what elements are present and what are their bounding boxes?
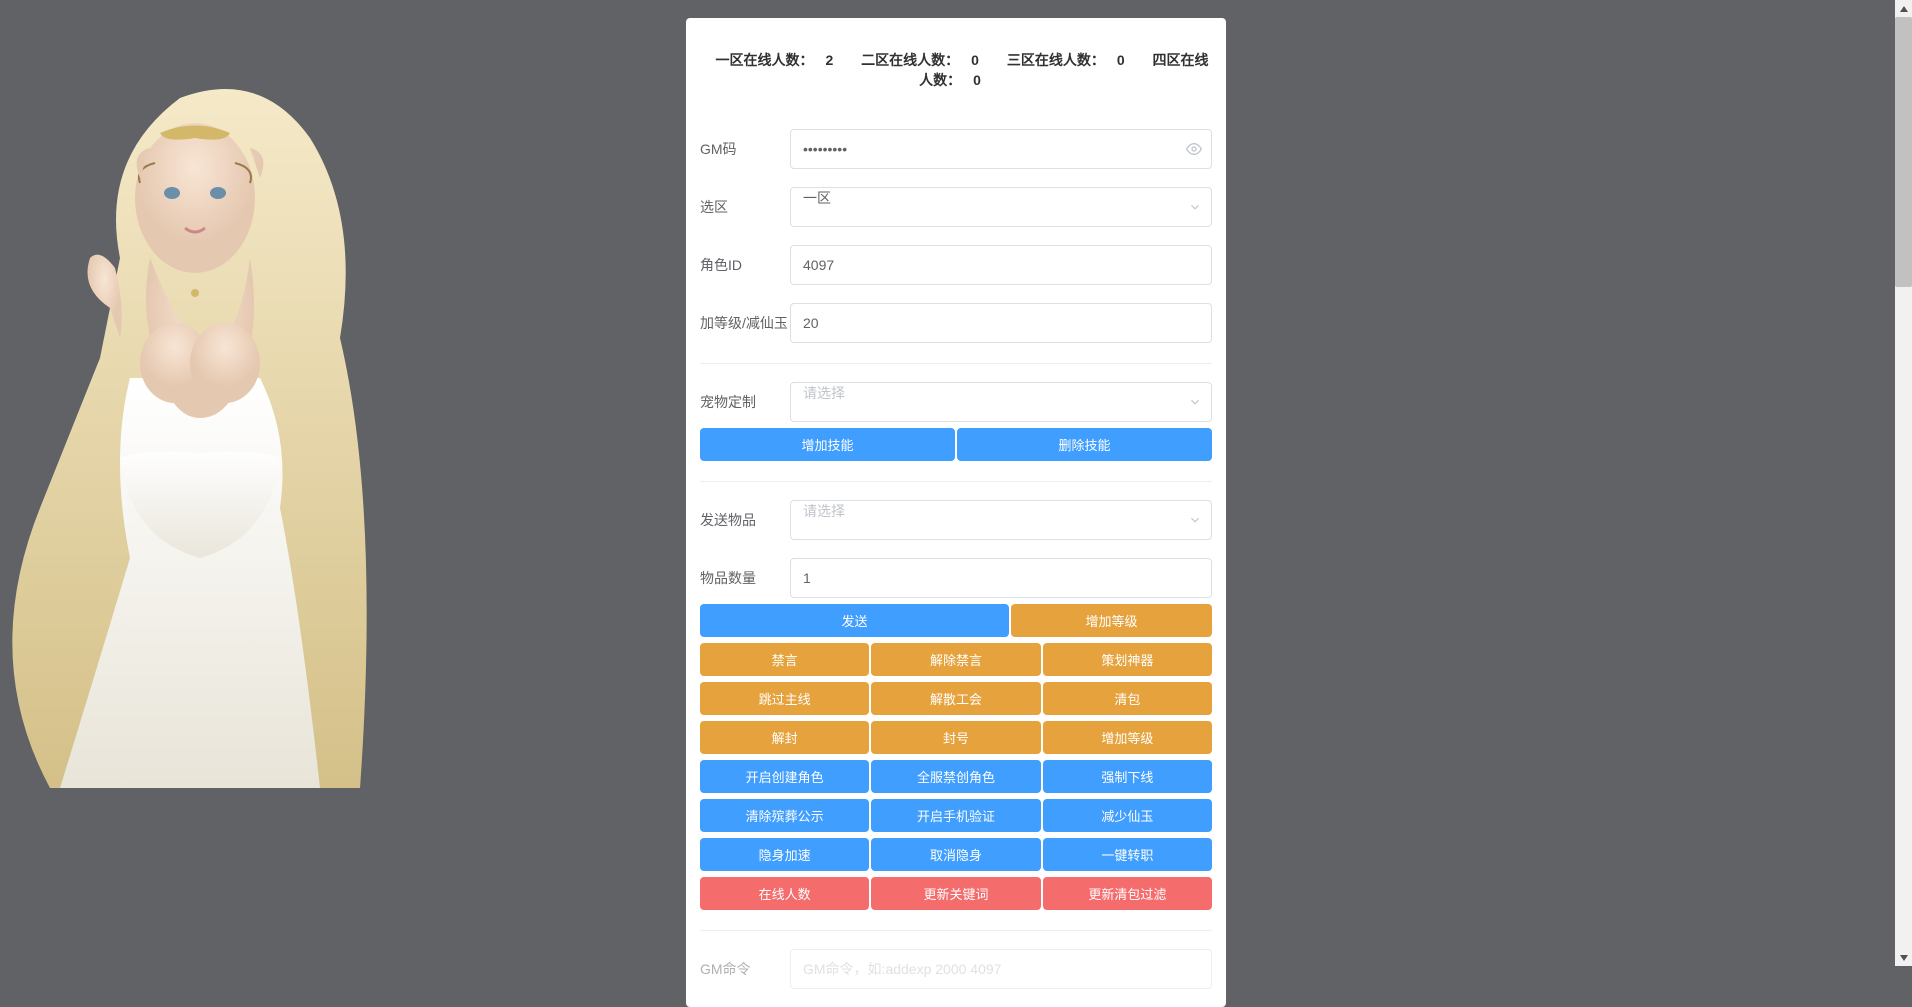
role-id-label: 角色ID [700,255,790,275]
mute-button[interactable]: 禁言 [700,643,869,676]
gm-cmd-input[interactable] [790,949,1212,989]
zone-select[interactable]: 一区 [790,187,1212,227]
disband-guild-button[interactable]: 解散工会 [871,682,1040,715]
unmute-button[interactable]: 解除禁言 [871,643,1040,676]
eye-icon[interactable] [1186,141,1202,157]
hide-speed-button[interactable]: 隐身加速 [700,838,869,871]
item-qty-label: 物品数量 [700,568,790,588]
send-item-select[interactable]: 请选择 [790,500,1212,540]
gm-code-label: GM码 [700,139,790,159]
scroll-down-icon[interactable] [1895,949,1912,966]
artifact-button[interactable]: 策划神器 [1043,643,1212,676]
clear-announce-button[interactable]: 清除殡葬公示 [700,799,869,832]
zone-label: 选区 [700,197,790,217]
role-id-input[interactable] [790,245,1212,285]
scrollbar-thumb[interactable] [1895,17,1912,287]
pet-select[interactable]: 请选择 [790,382,1212,422]
skip-main-button[interactable]: 跳过主线 [700,682,869,715]
enable-phone-button[interactable]: 开启手机验证 [871,799,1040,832]
send-item-label: 发送物品 [700,510,790,530]
level-label: 加等级/减仙玉 [700,313,790,333]
scrollbar[interactable] [1895,0,1912,966]
seal-button[interactable]: 封号 [871,721,1040,754]
character-image [0,58,400,788]
force-offline-button[interactable]: 强制下线 [1043,760,1212,793]
cancel-hide-button[interactable]: 取消隐身 [871,838,1040,871]
pet-label: 宠物定制 [700,392,790,412]
update-clear-filter-button[interactable]: 更新清包过滤 [1043,877,1212,910]
add-level2-button[interactable]: 增加等级 [1043,721,1212,754]
update-keyword-button[interactable]: 更新关键词 [871,877,1040,910]
gm-code-input[interactable] [790,129,1212,169]
send-button[interactable]: 发送 [700,604,1009,637]
online-stats: 一区在线人数：2 二区在线人数：0 三区在线人数：0 四区在线人数：0 [700,36,1212,111]
add-skill-button[interactable]: 增加技能 [700,428,955,461]
level-input[interactable] [790,303,1212,343]
enable-create-button[interactable]: 开启创建角色 [700,760,869,793]
del-skill-button[interactable]: 删除技能 [957,428,1212,461]
sub-xianyu-button[interactable]: 减少仙玉 [1043,799,1212,832]
global-ban-create-button[interactable]: 全服禁创角色 [871,760,1040,793]
scroll-up-icon[interactable] [1895,0,1912,17]
gm-cmd-label: GM命令 [700,959,790,979]
admin-panel: 一区在线人数：2 二区在线人数：0 三区在线人数：0 四区在线人数：0 GM码 … [686,18,1226,1007]
online-count-button[interactable]: 在线人数 [700,877,869,910]
add-level-button[interactable]: 增加等级 [1011,604,1212,637]
clear-bag-button[interactable]: 清包 [1043,682,1212,715]
unseal-button[interactable]: 解封 [700,721,869,754]
item-qty-input[interactable] [790,558,1212,598]
transfer-job-button[interactable]: 一键转职 [1043,838,1212,871]
